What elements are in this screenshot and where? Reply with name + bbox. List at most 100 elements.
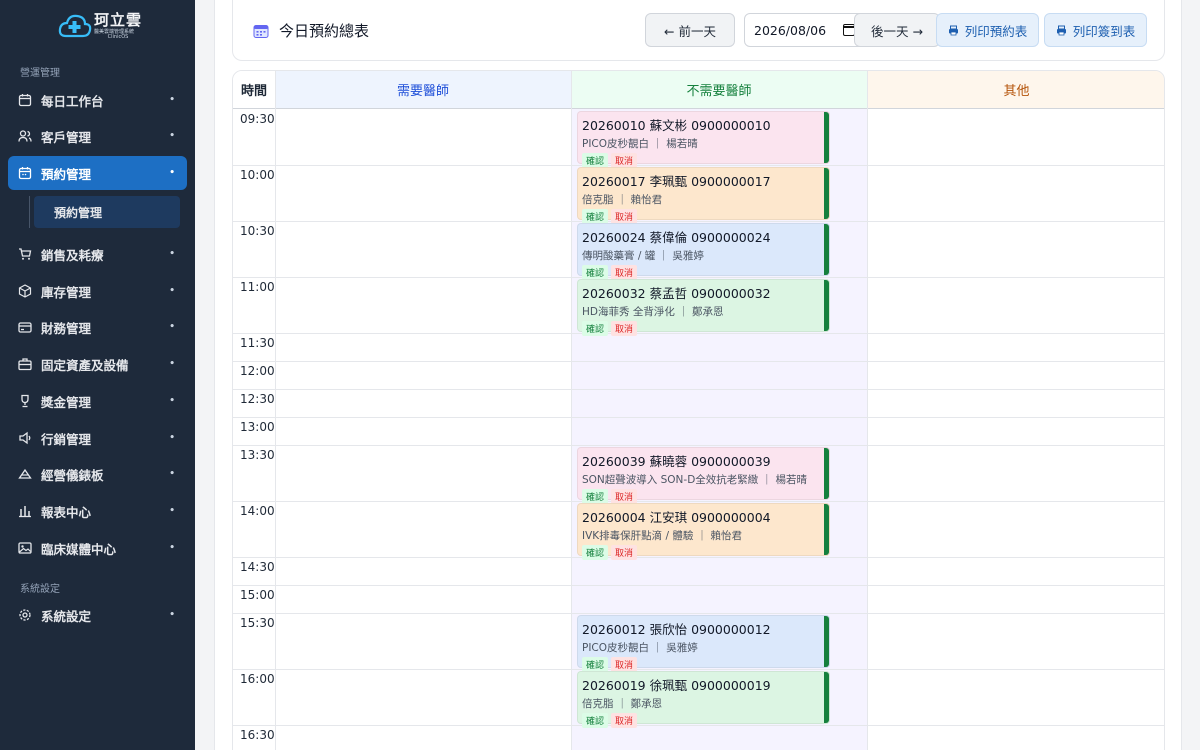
sidebar-item-clinical-media[interactable]: 臨床媒體中心 •: [8, 531, 187, 565]
trophy-icon: [18, 394, 32, 408]
prev-day-button[interactable]: ← 前一天: [645, 13, 735, 47]
confirm-button[interactable]: 確認: [582, 713, 609, 728]
sidebar-item-appointments[interactable]: 預約管理 •: [8, 156, 187, 190]
gear-icon: [18, 608, 32, 622]
appointment-detail: PICO皮秒靚白 ｜ 楊若晴: [582, 138, 698, 150]
time-slot-label: 12:00: [240, 364, 275, 378]
sidebar-item-label: 獎金管理: [41, 394, 92, 410]
sidebar-item-settings[interactable]: 系統設定 •: [8, 598, 187, 632]
confirm-button[interactable]: 確認: [582, 657, 609, 672]
submenu-guide-line: [29, 196, 30, 228]
cancel-button[interactable]: 取消: [611, 265, 638, 280]
column-header-time: 時間: [233, 71, 275, 109]
date-picker-input[interactable]: 2026/08/06: [744, 13, 865, 47]
sidebar-item-bonus[interactable]: 獎金管理 •: [8, 384, 187, 418]
brand-logo[interactable]: 珂立雲 醫美雲端管理系統 ClinicOS: [58, 12, 142, 40]
cancel-button[interactable]: 取消: [611, 545, 638, 560]
page-title-text: 今日預約總表: [279, 22, 370, 40]
sidebar-item-sales[interactable]: 銷售及耗療 •: [8, 237, 187, 271]
appointment-card[interactable]: 20260019 徐珮甄 0900000019 倍克脂 ｜ 鄭承恩 確認 取消: [577, 671, 830, 728]
schedule-header: 今日預約總表 ← 前一天 2026/08/06 後一天 → 列印預約表 列印簽到…: [232, 0, 1165, 61]
cancel-button[interactable]: 取消: [611, 153, 638, 168]
cancel-button[interactable]: 取消: [611, 321, 638, 336]
chevron-right-icon: •: [169, 543, 175, 553]
calendar-icon: [18, 93, 32, 107]
appointment-title: 20260032 蔡孟哲 0900000032: [582, 286, 771, 301]
print-checkin-label: 列印簽到表: [1072, 23, 1136, 39]
briefcase-icon: [18, 357, 32, 371]
sidebar-item-label: 財務管理: [41, 320, 92, 336]
sidebar-subitem-appointments[interactable]: 預約管理: [34, 196, 180, 228]
time-slot-label: 13:00: [240, 420, 275, 434]
sidebar-item-inventory[interactable]: 庫存管理 •: [8, 274, 187, 308]
appointment-detail: 倍克脂 ｜ 賴怡君: [582, 194, 663, 206]
time-slot-label: 15:30: [240, 616, 275, 630]
sidebar-item-customers[interactable]: 客戶管理 •: [8, 119, 187, 153]
chevron-right-icon: •: [169, 469, 175, 479]
appointment-detail: 傳明酸藥膏 / 罐 ｜ 吳雅婷: [582, 250, 704, 262]
image-icon: [18, 541, 32, 555]
sidebar-item-label: 系統設定: [41, 608, 92, 624]
confirm-button[interactable]: 確認: [582, 209, 609, 224]
appointment-card[interactable]: 20260032 蔡孟哲 0900000032 HD海菲秀 全背淨化 ｜ 鄭承恩…: [577, 279, 830, 336]
sidebar-item-fixed-assets[interactable]: 固定資產及設備 •: [8, 347, 187, 381]
confirm-button[interactable]: 確認: [582, 489, 609, 504]
confirm-button[interactable]: 確認: [582, 153, 609, 168]
sidebar-item-label: 每日工作台: [41, 93, 104, 109]
time-slot-label: 14:30: [240, 560, 275, 574]
chevron-right-icon: •: [169, 249, 175, 259]
appointment-title: 20260004 江安琪 0900000004: [582, 510, 771, 525]
section-label-operations: 營運管理: [20, 68, 60, 79]
confirm-button[interactable]: 確認: [582, 265, 609, 280]
sidebar-item-reports[interactable]: 報表中心 •: [8, 494, 187, 528]
section-label-system: 系統設定: [20, 584, 60, 595]
box-icon: [18, 284, 32, 298]
time-slot-label: 12:30: [240, 392, 275, 406]
appointment-title: 20260010 蘇文彬 0900000010: [582, 118, 771, 133]
grid-divider: [571, 71, 572, 750]
sidebar-item-label: 行銷管理: [41, 431, 92, 447]
calendar-icon: [253, 23, 269, 39]
appointment-card[interactable]: 20260024 蔡偉倫 0900000024 傳明酸藥膏 / 罐 ｜ 吳雅婷 …: [577, 223, 830, 280]
row-divider: [233, 585, 1164, 586]
time-slot-label: 10:30: [240, 224, 275, 238]
print-checkin-button[interactable]: 列印簽到表: [1044, 13, 1147, 47]
bar-chart-icon: [18, 504, 32, 518]
cloud-logo-icon: [58, 12, 92, 40]
row-divider: [233, 361, 1164, 362]
appointment-detail: HD海菲秀 全背淨化 ｜ 鄭承恩: [582, 306, 724, 318]
sidebar-item-finance[interactable]: 財務管理 •: [8, 310, 187, 344]
cancel-button[interactable]: 取消: [611, 657, 638, 672]
print-schedule-button[interactable]: 列印預約表: [936, 13, 1039, 47]
time-slot-label: 16:30: [240, 728, 275, 742]
chevron-right-icon: •: [169, 396, 175, 406]
printer-icon: [1056, 25, 1067, 36]
cancel-button[interactable]: 取消: [611, 489, 638, 504]
column-doctor-required[interactable]: [275, 109, 571, 750]
cancel-button[interactable]: 取消: [611, 713, 638, 728]
chevron-right-icon: •: [169, 131, 175, 141]
column-other[interactable]: [867, 109, 1164, 750]
sidebar-item-marketing[interactable]: 行銷管理 •: [8, 421, 187, 455]
schedule-grid: 時間 需要醫師 不需要醫師 其他 09:30 10:00 10:30 11:00…: [232, 70, 1165, 750]
appointment-card[interactable]: 20260039 蘇曉蓉 0900000039 SON超聲波導入 SON-D全效…: [577, 447, 830, 504]
next-day-button[interactable]: 後一天 →: [854, 13, 940, 47]
appointment-title: 20260039 蘇曉蓉 0900000039: [582, 454, 771, 469]
chevron-right-icon: •: [169, 506, 175, 516]
sidebar-item-daily-workbench[interactable]: 每日工作台 •: [8, 83, 187, 117]
appointment-card[interactable]: 20260017 李珮甄 0900000017 倍克脂 ｜ 賴怡君 確認 取消: [577, 167, 830, 224]
time-slot-label: 09:30: [240, 112, 275, 126]
cancel-button[interactable]: 取消: [611, 209, 638, 224]
confirm-button[interactable]: 確認: [582, 321, 609, 336]
time-slot-label: 14:00: [240, 504, 275, 518]
appointment-card[interactable]: 20260012 張欣怡 0900000012 PICO皮秒靚白 ｜ 吳雅婷 確…: [577, 615, 830, 672]
time-slot-label: 15:00: [240, 588, 275, 602]
row-divider: [233, 445, 1164, 446]
page-title: 今日預約總表: [253, 20, 369, 41]
print-schedule-label: 列印預約表: [964, 23, 1028, 39]
appointment-card[interactable]: 20260004 江安琪 0900000004 IVK排毒保肝點滴 / 體驗 ｜…: [577, 503, 830, 560]
sidebar-item-dashboard[interactable]: 經營儀錶板 •: [8, 457, 187, 491]
appointment-card[interactable]: 20260010 蘇文彬 0900000010 PICO皮秒靚白 ｜ 楊若晴 確…: [577, 111, 830, 168]
chevron-right-icon: •: [169, 359, 175, 369]
confirm-button[interactable]: 確認: [582, 545, 609, 560]
